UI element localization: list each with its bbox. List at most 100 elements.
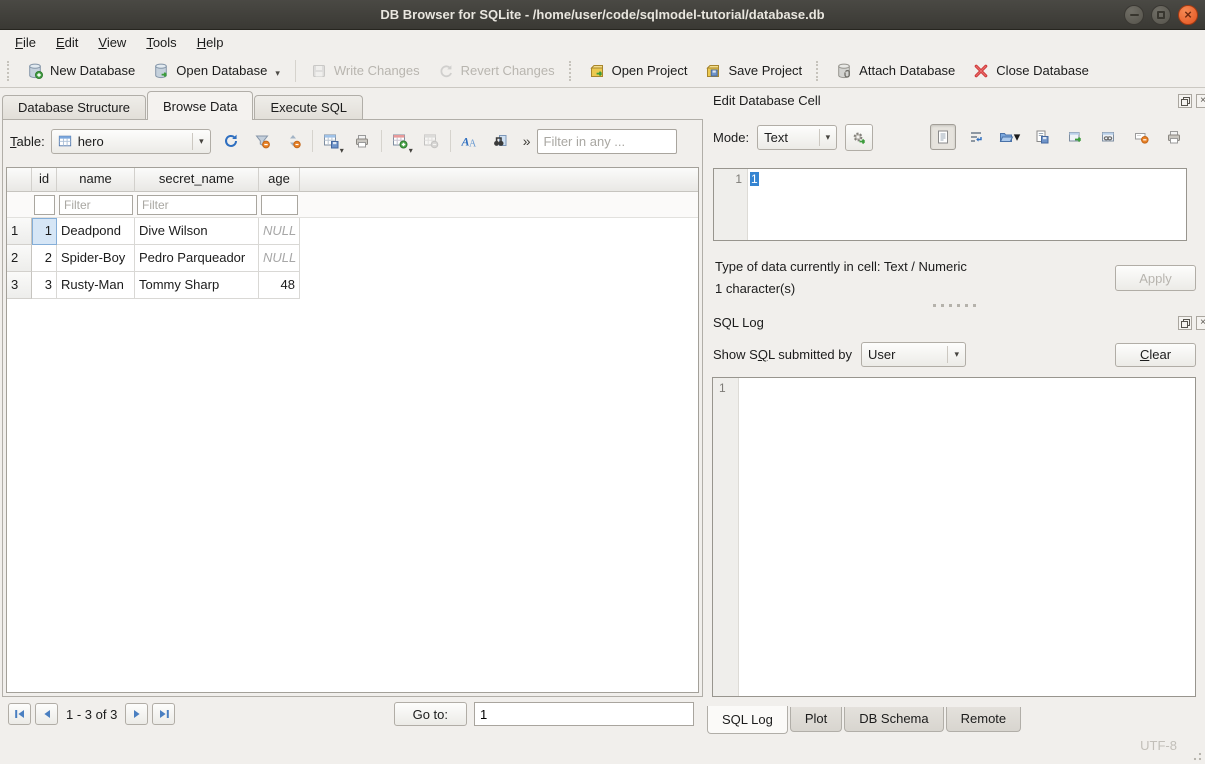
column-header-age[interactable]: age [259,168,300,192]
cell-secret-name[interactable]: Pedro Parqueador [135,245,259,272]
mode-select[interactable]: Text ▾ [757,125,837,150]
menu-help[interactable]: Help [187,32,234,53]
toolbar-handle[interactable] [7,61,13,81]
table-select[interactable]: hero ▾ [51,129,211,154]
cell-name[interactable]: Deadpond [57,218,135,245]
filter-input-id[interactable] [34,195,55,215]
word-wrap-button[interactable] [963,124,989,150]
previous-page-button[interactable] [35,703,58,725]
panel-splitter[interactable] [933,304,976,307]
toolbar-handle[interactable] [569,61,575,81]
close-database-button[interactable]: Close Database [964,58,1098,84]
open-project-button[interactable]: Open Project [580,58,697,84]
titlebar[interactable]: DB Browser for SQLite - /home/user/code/… [0,0,1205,30]
tab-remote[interactable]: Remote [946,707,1022,732]
menubar: File Edit View Tools Help [0,30,1205,54]
row-header[interactable]: 2 [7,245,32,272]
text-mode-button[interactable] [930,124,956,150]
cell-editor[interactable]: 1 1 [713,168,1187,241]
find-in-table-button[interactable] [488,129,513,154]
print-cell-button[interactable] [1161,124,1187,150]
cell-secret-name[interactable]: Tommy Sharp [135,272,259,299]
sql-log-content[interactable] [739,378,1195,696]
float-panel-button[interactable] [1178,316,1192,330]
cell-type-info: Type of data currently in cell: Text / N… [715,259,967,274]
tab-execute-sql[interactable]: Execute SQL [254,95,363,120]
export-to-file-button[interactable] [1029,124,1055,150]
close-panel-button[interactable]: × [1196,94,1205,108]
save-table-dropdown-icon[interactable]: ▾ [340,146,344,155]
filter-input-name[interactable] [59,195,133,215]
column-header-secret-name[interactable]: secret_name [135,168,259,192]
save-project-button[interactable]: Save Project [696,58,811,84]
import-dropdown-icon[interactable]: ▾ [1014,129,1021,145]
toolbar-handle[interactable] [816,61,822,81]
goto-button[interactable]: Go to: [394,702,467,726]
refresh-button[interactable] [219,129,244,154]
menu-view[interactable]: View [88,32,136,53]
row-header[interactable]: 3 [7,272,32,299]
first-page-button[interactable] [8,703,31,725]
last-page-button[interactable] [152,703,175,725]
menu-file[interactable]: File [5,32,46,53]
find-in-table-icon [492,133,508,149]
sql-log-editor[interactable]: 1 [712,377,1196,697]
cell-age[interactable]: NULL [259,218,300,245]
write-changes-icon [311,63,327,79]
column-header-id[interactable]: id [32,168,57,192]
cell-id[interactable]: 1 [32,218,57,245]
grid-corner-header[interactable] [7,168,32,192]
cell-editor-content[interactable]: 1 [748,169,1186,240]
cell-age[interactable]: NULL [259,245,300,272]
open-project-icon [589,63,605,79]
open-in-external-button[interactable] [1062,124,1088,150]
cell-name[interactable]: Rusty-Man [57,272,135,299]
attach-database-button[interactable]: Attach Database [827,58,964,84]
import-from-file-button[interactable]: ▾ [996,124,1022,150]
new-database-button[interactable]: New Database [18,58,144,84]
filter-any-input[interactable] [537,129,677,154]
save-table-button[interactable]: ▾ [319,129,344,154]
row-header[interactable]: 1 [7,218,32,245]
tab-database-structure[interactable]: Database Structure [2,95,146,120]
column-header-name[interactable]: name [57,168,135,192]
tab-plot[interactable]: Plot [790,707,842,732]
toolbar-overflow-icon[interactable]: » [523,133,531,149]
clear-sort-button[interactable] [281,129,306,154]
clear-filters-button[interactable] [250,129,275,154]
menu-tools[interactable]: Tools [136,32,186,53]
cell-id[interactable]: 2 [32,245,57,272]
tab-sql-log[interactable]: SQL Log [707,706,788,734]
sql-submitter-select[interactable]: User ▾ [861,342,966,367]
close-panel-button[interactable]: × [1196,316,1205,330]
print-table-button[interactable] [350,129,375,154]
write-changes-button: Write Changes [302,58,429,84]
set-null-button[interactable] [1128,124,1154,150]
cell-name[interactable]: Spider-Boy [57,245,135,272]
filter-input-age[interactable] [261,195,298,215]
clear-log-button[interactable]: Clear [1115,343,1196,367]
cell-age[interactable]: 48 [259,272,300,299]
minimize-button[interactable] [1124,5,1144,25]
insert-record-dropdown-icon[interactable]: ▾ [409,146,413,155]
maximize-button[interactable] [1151,5,1171,25]
tab-db-schema[interactable]: DB Schema [844,707,943,732]
tab-browse-data[interactable]: Browse Data [147,91,253,120]
next-page-button[interactable] [125,703,148,725]
open-database-dropdown-icon[interactable]: ▾ [275,68,280,79]
insert-record-button[interactable]: ▾ [388,129,413,154]
attach-database-icon [836,63,852,79]
open-database-button[interactable]: Open Database ▾ [144,58,289,84]
cell-secret-name[interactable]: Dive Wilson [135,218,259,245]
resize-grip[interactable] [1190,749,1202,761]
copy-link-button[interactable] [1095,124,1121,150]
float-panel-button[interactable] [1178,94,1192,108]
menu-edit[interactable]: Edit [46,32,88,53]
filter-input-secret-name[interactable] [137,195,257,215]
edit-display-format-button[interactable]: AA [457,129,482,154]
goto-input[interactable] [474,702,694,726]
close-button[interactable]: × [1178,5,1198,25]
insert-record-icon [392,133,408,149]
auto-apply-button[interactable] [845,124,873,151]
cell-id[interactable]: 3 [32,272,57,299]
